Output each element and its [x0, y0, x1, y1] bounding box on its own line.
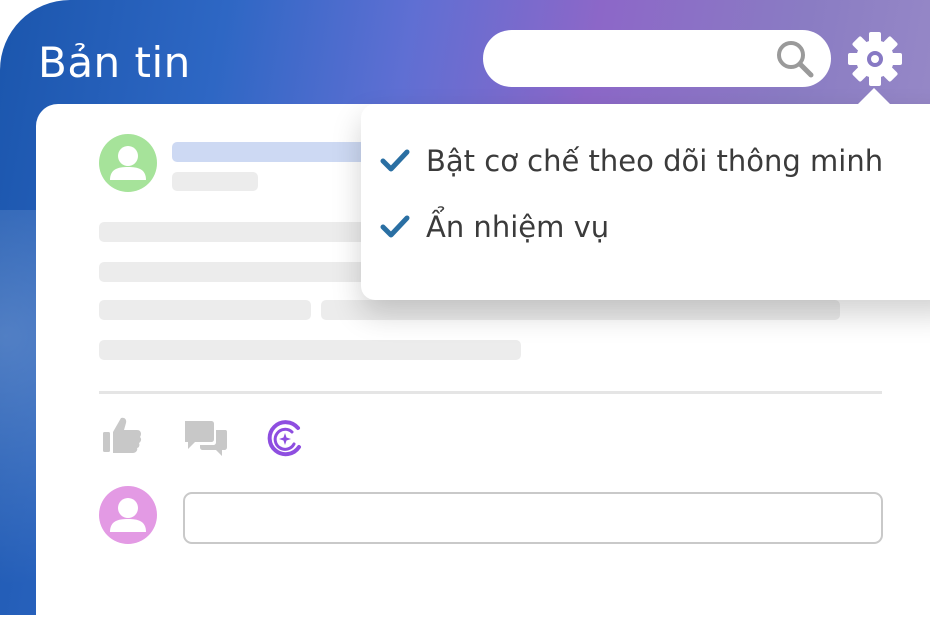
post-text-line [99, 222, 379, 242]
comment-icon[interactable] [183, 418, 229, 460]
post-text-line [99, 300, 311, 320]
menu-item-smart-tracking[interactable]: Bật cơ chế theo dõi thông minh [380, 141, 883, 181]
like-icon[interactable] [101, 414, 143, 456]
commenter-avatar[interactable] [99, 486, 157, 544]
check-icon [380, 149, 410, 172]
search-input[interactable] [505, 42, 759, 76]
check-icon [380, 215, 410, 238]
ai-assistant-icon[interactable] [266, 420, 304, 458]
settings-dropdown [361, 104, 930, 300]
author-avatar[interactable] [99, 134, 157, 192]
search-bar[interactable] [483, 30, 831, 87]
user-icon [110, 498, 146, 532]
post-text-line [99, 262, 379, 282]
menu-item-hide-tasks[interactable]: Ẩn nhiệm vụ [380, 207, 609, 247]
gear-icon[interactable] [846, 30, 904, 88]
menu-item-label: Ẩn nhiệm vụ [426, 210, 610, 244]
post-divider [99, 391, 882, 394]
page-title: Bản tin [38, 38, 191, 87]
post-text-line [321, 300, 840, 320]
post-time-placeholder [172, 172, 258, 191]
dropdown-caret [857, 88, 891, 105]
user-icon [110, 146, 146, 180]
menu-item-label: Bật cơ chế theo dõi thông minh [426, 144, 884, 178]
author-name-placeholder [172, 142, 372, 162]
search-icon[interactable] [775, 39, 815, 79]
post-text-line [99, 340, 521, 360]
comment-input[interactable] [183, 492, 883, 544]
